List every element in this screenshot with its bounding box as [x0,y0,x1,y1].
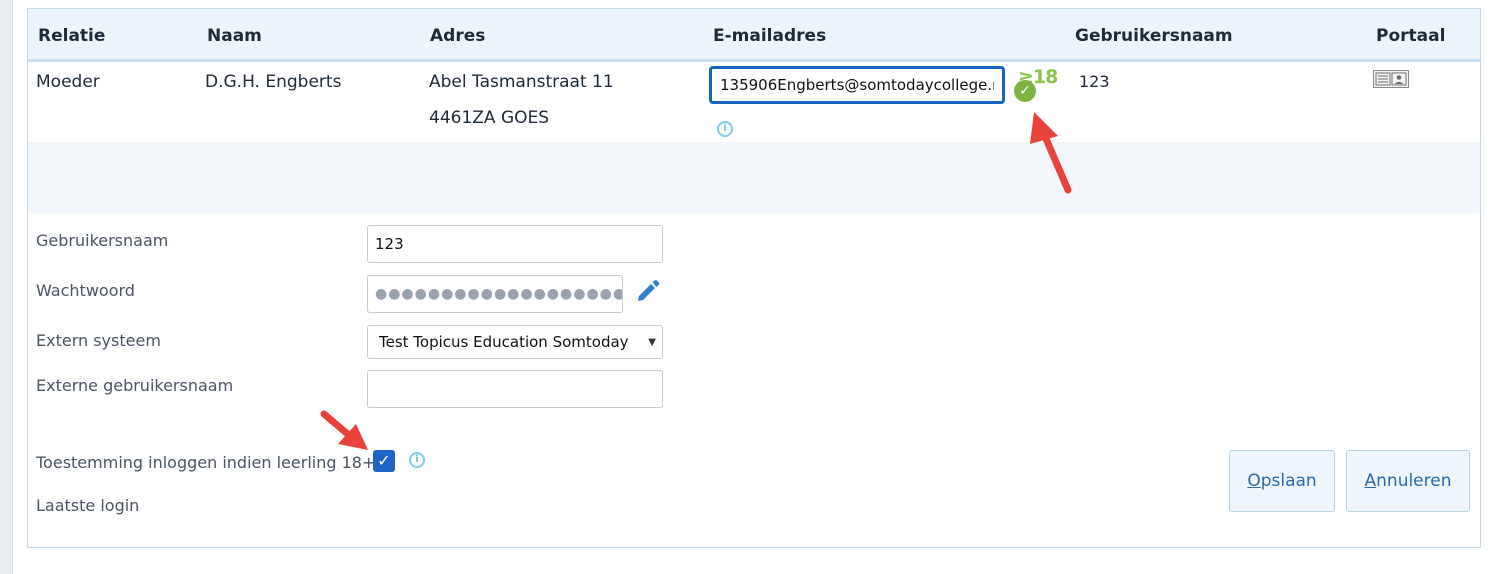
annotation-arrow-checkbox-icon [320,410,368,450]
column-header-naam: Naam [207,26,262,46]
save-button-label: pslaan [1260,471,1317,491]
left-sidebar-strip [0,0,13,574]
column-header-gebruikersnaam: Gebruikersnaam [1075,26,1233,46]
cancel-button-label: nnuleren [1376,471,1452,491]
extern-systeem-selected-value: Test Topicus Education Somtoday [379,333,629,351]
chevron-down-icon: ▼ [648,337,656,348]
adult-verified-badge: ≥18 ✓ [1014,66,1058,106]
row-detail-band [28,142,1480,213]
contact-panel: Relatie Naam Adres E-mailadres Gebruiker… [27,8,1481,548]
save-button[interactable]: Opslaan [1229,450,1335,512]
annotation-arrow-badge-icon [1030,112,1072,194]
wachtwoord-label: Wachtwoord [36,281,135,300]
cell-adres-line2: 4461ZA GOES [429,108,550,128]
extern-systeem-label: Extern systeem [36,331,161,350]
externe-gebruikersnaam-label: Externe gebruikersnaam [36,376,234,395]
extern-systeem-select[interactable]: Test Topicus Education Somtoday ▼ [367,325,663,359]
cell-relatie: Moeder [36,72,100,92]
externe-gebruikersnaam-input[interactable] [367,370,663,408]
toestemming-checkbox[interactable]: ✓ [373,450,395,472]
email-info-icon[interactable]: i [717,121,733,137]
cancel-button[interactable]: Annuleren [1346,450,1470,512]
wachtwoord-input[interactable]: ●●●●●●●●●●●●●●●●●●●●●●●●●●●●●●●● [367,275,623,313]
gebruikersnaam-label: Gebruikersnaam [36,231,169,250]
save-button-accesskey: O [1247,471,1261,491]
email-input[interactable] [709,66,1005,104]
column-header-email: E-mailadres [713,26,827,46]
cell-gebruikersnaam: 123 [1079,72,1110,91]
portal-card-icon[interactable] [1373,70,1409,88]
column-header-relatie: Relatie [38,26,106,46]
table-header: Relatie Naam Adres E-mailadres Gebruiker… [28,9,1480,62]
edit-password-pencil-icon[interactable] [634,277,662,305]
cancel-button-accesskey: A [1364,471,1377,491]
cell-adres-line1: Abel Tasmanstraat 11 [429,72,614,92]
toestemming-info-icon[interactable]: i [409,452,425,468]
column-header-portaal: Portaal [1376,26,1446,46]
laatste-login-label: Laatste login [36,496,140,515]
cell-naam: D.G.H. Engberts [205,72,342,92]
column-header-adres: Adres [430,26,486,46]
check-circle-icon: ✓ [1014,80,1036,102]
gebruikersnaam-input[interactable] [367,225,663,263]
